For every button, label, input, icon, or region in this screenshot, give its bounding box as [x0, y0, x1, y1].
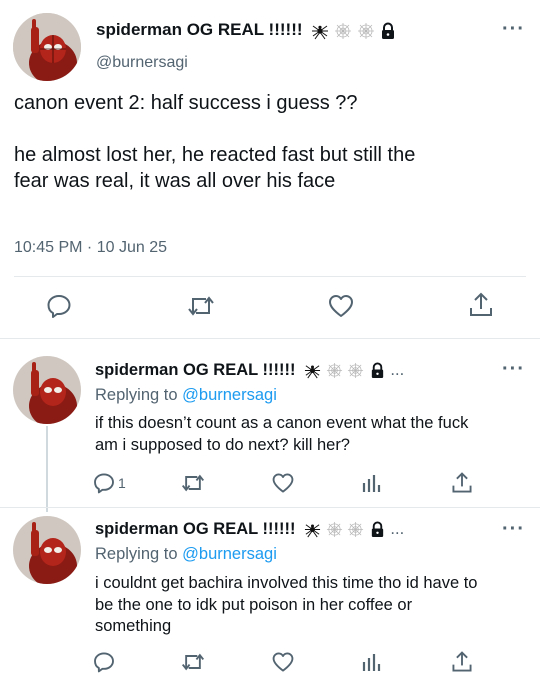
like-icon[interactable]: [327, 292, 355, 320]
spider-icon: [304, 524, 321, 538]
lock-icon: [382, 22, 395, 40]
name-emoji-badges: [311, 21, 397, 41]
retweet-icon[interactable]: [186, 292, 216, 320]
replying-to: Replying to @burnersagi: [95, 545, 277, 564]
spiderweb-icon: [335, 23, 351, 40]
tweet-text-line: be the one to idk put poison in her coff…: [95, 596, 413, 614]
name-truncation: ...: [390, 361, 405, 379]
lock-icon: [371, 521, 383, 538]
analytics-icon[interactable]: [361, 471, 383, 495]
name-emoji-badges: [304, 361, 386, 380]
tweet-text-line: something: [95, 617, 172, 635]
display-name-text: spiderman OG REAL !!!!!!: [96, 20, 303, 39]
tweet-text-line: am i supposed to do next? kill her?: [95, 436, 350, 454]
avatar-image: [13, 516, 81, 584]
spiderweb-icon: [348, 363, 364, 379]
replying-to-handle[interactable]: @burnersagi: [182, 386, 277, 404]
name-emoji-badges: [304, 520, 386, 539]
reply-count: 1: [118, 475, 126, 491]
tweet-text-line: he almost lost her, he reacted fast but …: [14, 144, 416, 166]
display-name[interactable]: spiderman OG REAL !!!!!! ...: [95, 520, 404, 539]
timestamp[interactable]: 10:45 PM · 10 Jun 25: [14, 239, 167, 257]
display-name[interactable]: spiderman OG REAL !!!!!! ...: [95, 361, 404, 380]
like-icon[interactable]: [271, 650, 295, 674]
reply-icon[interactable]: [45, 292, 73, 320]
lock-icon: [371, 362, 383, 379]
replying-to-prefix: Replying to: [95, 386, 178, 404]
spiderweb-icon: [326, 522, 342, 538]
avatar[interactable]: [13, 13, 81, 81]
share-icon[interactable]: [450, 649, 474, 675]
display-name-text: spiderman OG REAL !!!!!!: [95, 520, 296, 538]
handle[interactable]: @burnersagi: [96, 54, 188, 72]
like-icon[interactable]: [271, 471, 295, 495]
retweet-icon[interactable]: [180, 650, 206, 674]
avatar[interactable]: [13, 516, 81, 584]
replying-to-handle[interactable]: @burnersagi: [182, 545, 277, 563]
more-options-icon[interactable]: ···: [502, 18, 525, 41]
spider-icon: [312, 25, 329, 40]
replying-to: Replying to @burnersagi: [95, 386, 277, 405]
share-icon[interactable]: [467, 290, 495, 320]
tweet-text-line: i couldnt get bachira involved this time…: [95, 574, 478, 592]
retweet-icon[interactable]: [180, 471, 206, 495]
avatar[interactable]: [13, 356, 81, 424]
display-name[interactable]: spiderman OG REAL !!!!!!: [96, 20, 397, 41]
analytics-icon[interactable]: [361, 650, 383, 674]
spiderweb-icon: [357, 23, 374, 40]
avatar-image: [13, 13, 81, 81]
spider-icon: [304, 365, 321, 379]
more-options-icon[interactable]: ···: [502, 358, 525, 381]
tweet-text-line: canon event 2: half success i guess ??: [14, 92, 358, 114]
tweet-text-line: fear was real, it was all over his face: [14, 170, 336, 192]
display-name-text: spiderman OG REAL !!!!!!: [95, 361, 296, 379]
divider: [0, 507, 540, 508]
thread-connector: [46, 426, 48, 512]
reply-icon[interactable]: [92, 650, 116, 674]
name-truncation: ...: [390, 520, 405, 538]
divider: [0, 338, 540, 339]
divider: [14, 276, 526, 277]
tweet-text-line: if this doesn’t count as a canon event w…: [95, 414, 469, 432]
reply-icon[interactable]: [92, 471, 116, 495]
more-options-icon[interactable]: ···: [502, 518, 525, 541]
replying-to-prefix: Replying to: [95, 545, 178, 563]
share-icon[interactable]: [450, 470, 474, 496]
avatar-image: [13, 356, 81, 424]
spiderweb-icon: [326, 363, 342, 379]
spiderweb-icon: [348, 522, 364, 538]
